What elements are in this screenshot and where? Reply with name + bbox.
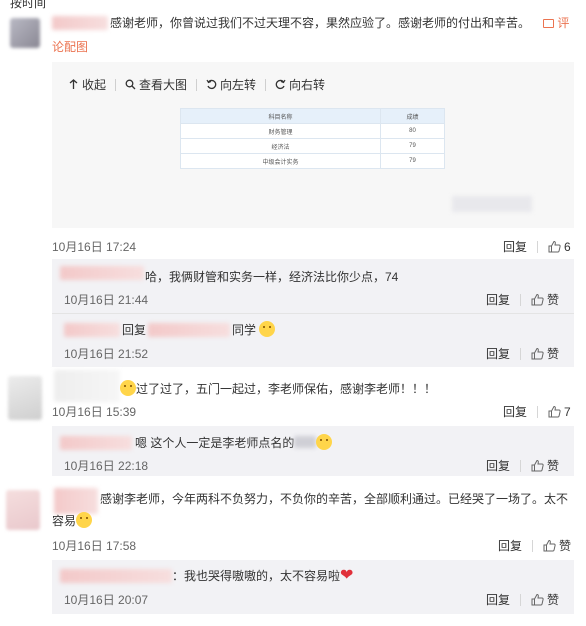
rotate-right-icon xyxy=(275,79,286,90)
thumbs-up-icon xyxy=(548,405,561,418)
reply-time: 10月16日 21:52 xyxy=(64,347,149,361)
like-button[interactable]: 赞 xyxy=(531,345,559,362)
reply-button[interactable]: 回复 xyxy=(498,537,522,554)
reply-time: 10月16日 20:07 xyxy=(64,593,149,607)
reply-time: 10月16日 21:44 xyxy=(64,293,149,307)
comment-actions: 回复 赞 xyxy=(498,537,571,554)
comment-pic-link[interactable]: 评 xyxy=(543,14,569,32)
reply-button[interactable]: 回复 xyxy=(503,238,527,255)
reply-actions: 回复 赞 xyxy=(486,345,559,362)
like-button[interactable]: 赞 xyxy=(531,457,559,474)
table-header: 科目名称 xyxy=(180,108,381,124)
crying-emoji-icon xyxy=(76,512,93,528)
reply-button[interactable]: 回复 xyxy=(486,591,510,608)
grin-emoji-icon xyxy=(259,321,276,337)
reply-time: 10月16日 22:18 xyxy=(64,459,149,473)
like-count: 6 xyxy=(564,239,571,254)
reply-button[interactable]: 回复 xyxy=(503,403,527,420)
avatar[interactable] xyxy=(8,376,42,420)
comment-time: 10月16日 15:39 xyxy=(52,405,137,419)
thumbs-up-icon xyxy=(531,593,544,606)
divider xyxy=(52,313,574,314)
reply-actions: 回复 赞 xyxy=(486,291,559,308)
reply-button[interactable]: 回复 xyxy=(486,291,510,308)
thumbs-up-icon xyxy=(548,240,561,253)
comment-text: 过了过了，五门一起过，李老师保佑，感谢李老师！！！ xyxy=(120,380,436,398)
reply-button[interactable]: 回复 xyxy=(486,345,510,362)
comment-time: 10月16日 17:24 xyxy=(52,240,137,254)
reply-text: 嗯 这个人一定是李老师点名的 xyxy=(135,434,333,452)
sort-tabs-cut[interactable]: 按时间 xyxy=(10,0,46,11)
table-row: 中级会计实务 79 xyxy=(180,153,445,169)
collapse-icon xyxy=(69,79,78,89)
like-button[interactable]: 6 xyxy=(548,240,571,254)
score-table: 科目名称 成绩 财务管理 80 经济法 79 中级会计实务 79 xyxy=(180,108,445,169)
thumbs-up-icon xyxy=(531,347,544,360)
image-preview-panel: 收起 查看大图 向左转 向右转 科目名称 成绩 财务管理 80 经济法 79 中… xyxy=(52,62,574,228)
thinking-emoji-icon xyxy=(120,380,136,396)
comment-text-line2: 容易 xyxy=(52,512,93,530)
like-count: 7 xyxy=(564,404,571,419)
reply-text: 同学 xyxy=(232,321,276,339)
comment-pic-link-line2[interactable]: 论配图 xyxy=(52,38,88,56)
comment-actions: 回复 6 xyxy=(503,238,571,255)
reply-prefix: 回复 xyxy=(122,323,147,337)
mention-blurred[interactable] xyxy=(148,323,230,337)
image-icon xyxy=(543,19,554,28)
username-blurred[interactable] xyxy=(60,569,172,583)
reply-button[interactable]: 回复 xyxy=(486,457,510,474)
reply-text: ：我也哭得嗷嗷的，太不容易啦❤ xyxy=(172,567,354,584)
watermark-blurred xyxy=(452,196,532,212)
like-button[interactable]: 赞 xyxy=(531,591,559,608)
reply-text: 哈，我俩财管和实务一样，经济法比你少点，74 xyxy=(145,270,399,284)
comment-text-line1: 感谢李老师，今年两科不负努力，不负你的辛苦，全部顺利通过。已经哭了一场了。太不 xyxy=(100,492,569,506)
username-blurred[interactable] xyxy=(60,436,132,450)
reply-actions: 回复 赞 xyxy=(486,457,559,474)
reply-actions: 回复 赞 xyxy=(486,591,559,608)
username-blurred[interactable] xyxy=(60,266,144,280)
rotate-right-button[interactable]: 向右转 xyxy=(275,76,325,93)
image-toolbar: 收起 查看大图 向左转 向右转 xyxy=(68,76,325,93)
username-blurred[interactable] xyxy=(64,323,120,337)
view-large-button[interactable]: 查看大图 xyxy=(125,76,187,93)
comment-actions: 回复 7 xyxy=(503,403,571,420)
like-button[interactable]: 赞 xyxy=(543,537,571,554)
thumbs-up-icon xyxy=(543,539,556,552)
table-header: 成绩 xyxy=(380,108,445,124)
comment-time: 10月16日 17:58 xyxy=(52,539,137,553)
search-icon xyxy=(125,79,136,90)
rotate-left-icon xyxy=(206,79,217,90)
username-blurred[interactable] xyxy=(54,370,120,402)
like-button[interactable]: 7 xyxy=(548,405,571,419)
rotate-left-button[interactable]: 向左转 xyxy=(206,76,256,93)
username-blurred[interactable] xyxy=(52,16,108,30)
avatar[interactable] xyxy=(10,18,40,48)
collapse-button[interactable]: 收起 xyxy=(68,76,106,93)
comment-text: 感谢老师，你曾说过我们不过天理不容，果然应验了。感谢老师的付出和辛苦。 xyxy=(110,16,531,30)
table-row: 经济法 79 xyxy=(180,138,445,154)
thumbs-up-icon xyxy=(531,459,544,472)
username-blurred[interactable] xyxy=(54,488,98,514)
avatar[interactable] xyxy=(6,490,40,530)
table-row: 财务管理 80 xyxy=(180,123,445,139)
thinking-emoji-icon xyxy=(316,434,333,450)
like-button[interactable]: 赞 xyxy=(531,291,559,308)
heart-icon: ❤ xyxy=(340,567,354,584)
thumbs-up-icon xyxy=(531,293,544,306)
